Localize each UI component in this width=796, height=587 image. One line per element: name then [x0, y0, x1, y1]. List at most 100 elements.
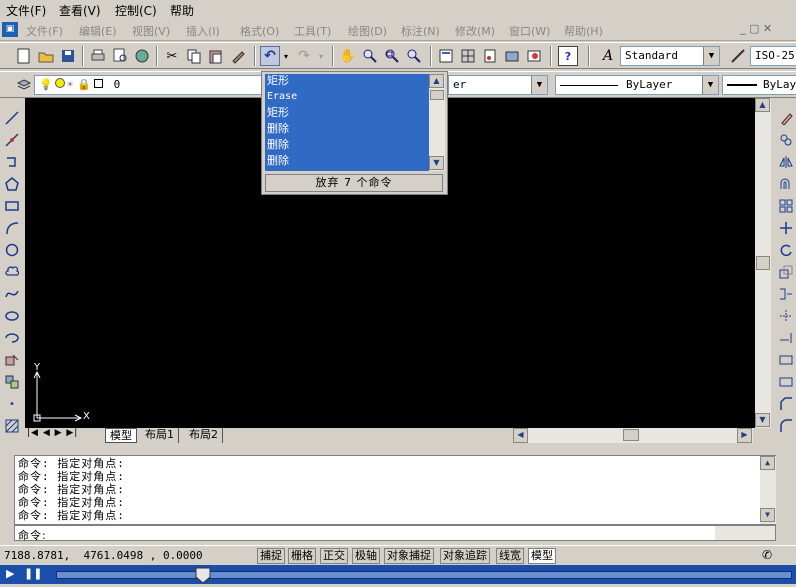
- command-input[interactable]: 命令:: [14, 525, 776, 542]
- acad-menu-view[interactable]: 视图(V): [132, 23, 170, 39]
- seek-thumb[interactable]: [194, 566, 212, 584]
- print-icon[interactable]: [88, 46, 108, 66]
- arc-icon[interactable]: [4, 220, 20, 236]
- redo-icon[interactable]: ↷: [294, 46, 314, 66]
- acad-menu-dimension[interactable]: 标注(N): [401, 23, 440, 39]
- seek-track[interactable]: [56, 571, 792, 579]
- toggle-grid[interactable]: 栅格: [288, 548, 316, 564]
- undo-item[interactable]: 删除: [267, 154, 289, 168]
- color-select[interactable]: er ▼: [448, 75, 548, 95]
- insert-block-icon[interactable]: [4, 352, 20, 368]
- circle-icon[interactable]: [4, 242, 20, 258]
- properties-icon[interactable]: [436, 46, 456, 66]
- scroll-down-icon[interactable]: ▼: [429, 156, 444, 170]
- new-icon[interactable]: [14, 46, 34, 66]
- extend-icon[interactable]: [778, 330, 794, 346]
- design-center-icon[interactable]: [458, 46, 478, 66]
- tool-palettes-icon[interactable]: [480, 46, 500, 66]
- scroll-right-icon[interactable]: ▶: [737, 428, 752, 443]
- undo-list-scrollbar[interactable]: ▲ ▼: [429, 74, 445, 171]
- undo-item[interactable]: 矩形: [267, 106, 289, 120]
- toggle-ortho[interactable]: 正交: [320, 548, 348, 564]
- dim-style-select[interactable]: ISO-25: [750, 46, 796, 66]
- tab-nav-arrows-icon[interactable]: |◀ ◀ ▶ ▶|: [27, 428, 78, 438]
- toggle-osnap[interactable]: 对象捕捉: [384, 548, 434, 564]
- ellipse-arc-icon[interactable]: [4, 330, 20, 346]
- spline-icon[interactable]: [4, 286, 20, 302]
- undo-item[interactable]: 矩形: [267, 74, 289, 88]
- acad-menu-tools[interactable]: 工具(T): [294, 23, 331, 39]
- mirror-icon[interactable]: [778, 154, 794, 170]
- chevron-down-icon[interactable]: ▼: [703, 47, 719, 65]
- acad-menu-draw[interactable]: 绘图(D): [348, 23, 387, 39]
- sheet-set-icon[interactable]: [502, 46, 522, 66]
- undo-list[interactable]: 矩形 Erase 矩形 删除 删除 删除: [265, 74, 429, 171]
- line-icon[interactable]: [4, 110, 20, 126]
- trim-icon[interactable]: [778, 308, 794, 324]
- canvas-horizontal-scrollbar[interactable]: ◀ ▶: [513, 428, 753, 443]
- copy-icon[interactable]: [184, 46, 204, 66]
- point-icon[interactable]: •: [4, 396, 20, 412]
- scroll-thumb[interactable]: [430, 90, 444, 100]
- acad-menu-edit[interactable]: 编辑(E): [79, 23, 117, 39]
- fillet-icon[interactable]: [778, 418, 794, 434]
- erase-icon[interactable]: [778, 110, 794, 126]
- play-icon[interactable]: ▶: [6, 567, 14, 580]
- array-icon[interactable]: [778, 198, 794, 214]
- dim-style-icon[interactable]: [728, 46, 748, 66]
- tab-layout1[interactable]: 布局1: [141, 428, 179, 443]
- linetype-select[interactable]: ByLayer ▼: [555, 75, 719, 95]
- paste-icon[interactable]: [206, 46, 226, 66]
- tab-model[interactable]: 模型: [105, 428, 137, 443]
- toggle-otrack[interactable]: 对象追踪: [440, 548, 490, 564]
- pause-icon[interactable]: ❚❚: [24, 567, 42, 580]
- communication-center-icon[interactable]: ✆: [762, 548, 772, 562]
- rotate-icon[interactable]: [778, 242, 794, 258]
- zoom-realtime-icon[interactable]: [360, 46, 380, 66]
- stretch-icon[interactable]: [778, 286, 794, 302]
- menu-file[interactable]: 文件(F): [6, 2, 46, 19]
- chamfer-icon[interactable]: [778, 396, 794, 412]
- scroll-up-icon[interactable]: ▲: [755, 98, 770, 112]
- scroll-up-icon[interactable]: ▲: [760, 456, 775, 470]
- copy-object-icon[interactable]: [778, 132, 794, 148]
- match-properties-icon[interactable]: [228, 46, 248, 66]
- ellipse-icon[interactable]: [4, 308, 20, 324]
- polyline-icon[interactable]: [4, 154, 20, 170]
- help-icon[interactable]: ?: [558, 46, 578, 66]
- redo-dropdown-icon[interactable]: ▾: [316, 46, 326, 66]
- publish-icon[interactable]: [132, 46, 152, 66]
- cut-icon[interactable]: ✂: [162, 46, 182, 66]
- save-icon[interactable]: [58, 46, 78, 66]
- markup-icon[interactable]: [524, 46, 544, 66]
- hscroll-thumb[interactable]: [623, 429, 639, 441]
- toggle-model[interactable]: 模型: [528, 548, 556, 564]
- move-icon[interactable]: [778, 220, 794, 236]
- hatch-icon[interactable]: [4, 418, 20, 434]
- acad-menu-insert[interactable]: 插入(I): [186, 23, 220, 39]
- scroll-left-icon[interactable]: ◀: [513, 428, 528, 443]
- revision-cloud-icon[interactable]: [4, 264, 20, 280]
- text-style-icon[interactable]: A: [598, 46, 618, 66]
- window-controls[interactable]: _ ▢ ✕: [740, 22, 772, 35]
- acad-menu-modify[interactable]: 修改(M): [455, 23, 495, 39]
- zoom-window-icon[interactable]: [382, 46, 402, 66]
- scroll-thumb[interactable]: [756, 256, 770, 270]
- menu-help[interactable]: 帮助: [170, 2, 194, 19]
- chevron-down-icon[interactable]: ▼: [702, 76, 718, 94]
- break-icon[interactable]: [778, 352, 794, 368]
- acad-menu-file[interactable]: 文件(F): [26, 23, 63, 39]
- scroll-down-icon[interactable]: ▼: [760, 508, 775, 522]
- scale-icon[interactable]: [778, 264, 794, 280]
- polygon-icon[interactable]: [4, 176, 20, 192]
- acad-menu-help[interactable]: 帮助(H): [564, 23, 603, 39]
- tab-layout2[interactable]: 布局2: [185, 428, 223, 443]
- undo-item[interactable]: 删除: [267, 138, 289, 152]
- join-icon[interactable]: [778, 374, 794, 390]
- acad-menu-window[interactable]: 窗口(W): [509, 23, 550, 39]
- undo-item[interactable]: 删除: [267, 122, 289, 136]
- make-block-icon[interactable]: [4, 374, 20, 390]
- menu-control[interactable]: 控制(C): [115, 2, 157, 19]
- scroll-down-icon[interactable]: ▼: [755, 413, 770, 427]
- lineweight-select[interactable]: ByLayer: [722, 75, 796, 95]
